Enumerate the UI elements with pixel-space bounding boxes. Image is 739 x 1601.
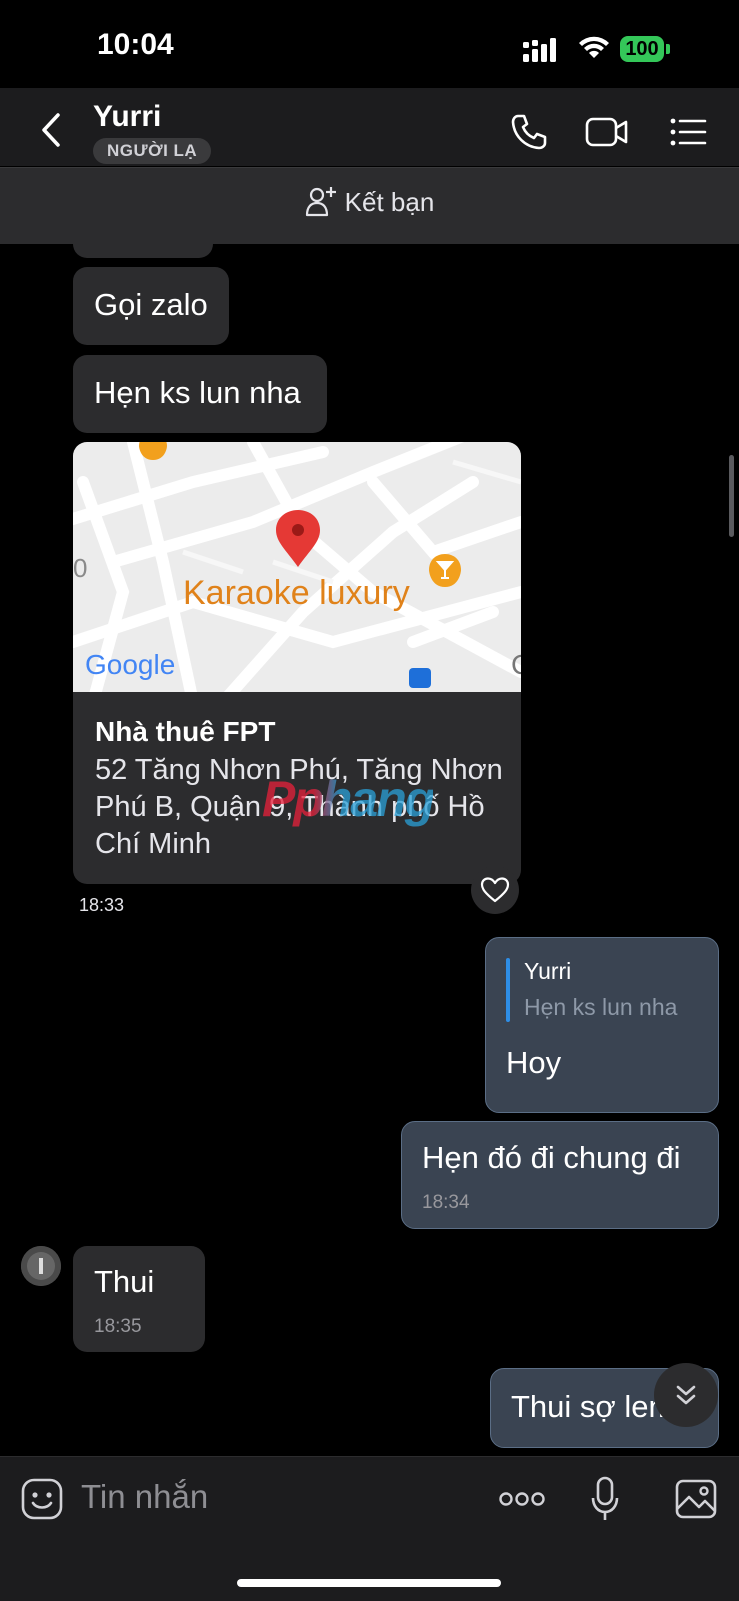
message-time: 18:33 — [79, 895, 125, 915]
status-time: 10:04 — [97, 28, 174, 61]
heart-icon — [480, 877, 510, 903]
cellular-signal-icon — [523, 38, 556, 62]
svg-text:C: C — [511, 649, 521, 680]
message-text: Hoy — [506, 1045, 562, 1080]
sticker-icon[interactable] — [21, 1478, 63, 1520]
karaoke-pin-icon — [429, 554, 461, 587]
back-chevron-icon[interactable] — [38, 112, 66, 148]
message-bubble-incoming[interactable]: Hẹn ks lun nha — [73, 355, 327, 433]
react-heart-button[interactable] — [471, 866, 519, 914]
message-bubble-incoming[interactable]: Thui 18:35 — [73, 1246, 205, 1352]
quoted-name: Yurri — [524, 958, 572, 984]
reply-bubble-outgoing[interactable]: Yurri Hẹn ks lun nha Hoy — [485, 937, 719, 1113]
battery-indicator: 100 — [620, 36, 664, 62]
message-text: Hẹn đó đi chung đi — [422, 1140, 681, 1175]
map-label-partial: 0 — [73, 553, 87, 583]
double-chevron-down-icon — [676, 1385, 696, 1405]
phone-call-icon[interactable] — [509, 112, 549, 152]
quote-bar — [506, 958, 510, 1022]
message-text: Thui sợ lem — [511, 1389, 675, 1424]
location-title: Nhà thuê FPT — [95, 716, 276, 747]
map-place-label: Karaoke luxury — [183, 574, 410, 612]
message-time: 18:35 — [94, 1316, 142, 1337]
google-logo: Google — [85, 649, 175, 680]
message-text: Gọi zalo — [94, 287, 208, 322]
message-text: Thui — [94, 1264, 155, 1299]
video-call-icon[interactable] — [585, 112, 629, 152]
watermark-text: Pphang — [262, 771, 435, 827]
microphone-icon[interactable] — [590, 1476, 620, 1522]
quoted-text: Hẹn ks lun nha — [524, 994, 678, 1020]
home-indicator — [237, 1579, 501, 1587]
scroll-to-bottom-button[interactable] — [654, 1363, 718, 1427]
message-bubble-partial — [73, 216, 213, 258]
map-preview[interactable]: 0 Karaoke luxury Google C — [73, 442, 521, 692]
contact-avatar[interactable] — [21, 1246, 61, 1286]
image-gallery-icon[interactable] — [675, 1479, 717, 1519]
scrollbar[interactable] — [729, 455, 734, 537]
message-text: Hẹn ks lun nha — [94, 375, 301, 410]
bus-stop-icon — [409, 668, 431, 688]
contact-name[interactable]: Yurri — [93, 100, 161, 134]
add-friend-label: Kết bạn — [344, 187, 435, 217]
stranger-badge: NGƯỜI LẠ — [93, 138, 212, 164]
battery-tip — [666, 44, 670, 54]
message-time: 18:34 — [422, 1192, 470, 1213]
add-friend-icon — [305, 187, 336, 217]
add-friend-button[interactable]: Kết bạn — [0, 185, 739, 218]
avatar-image — [21, 1246, 61, 1286]
message-bubble-incoming[interactable]: Gọi zalo — [73, 267, 229, 345]
message-input[interactable]: Tin nhắn — [81, 1478, 208, 1516]
message-bubble-outgoing[interactable]: Hẹn đó đi chung đi 18:34 — [401, 1121, 719, 1229]
menu-list-icon[interactable] — [669, 112, 707, 152]
more-options-icon[interactable] — [499, 1488, 545, 1510]
watermark: Pphang — [262, 770, 435, 828]
wifi-icon — [579, 36, 609, 58]
